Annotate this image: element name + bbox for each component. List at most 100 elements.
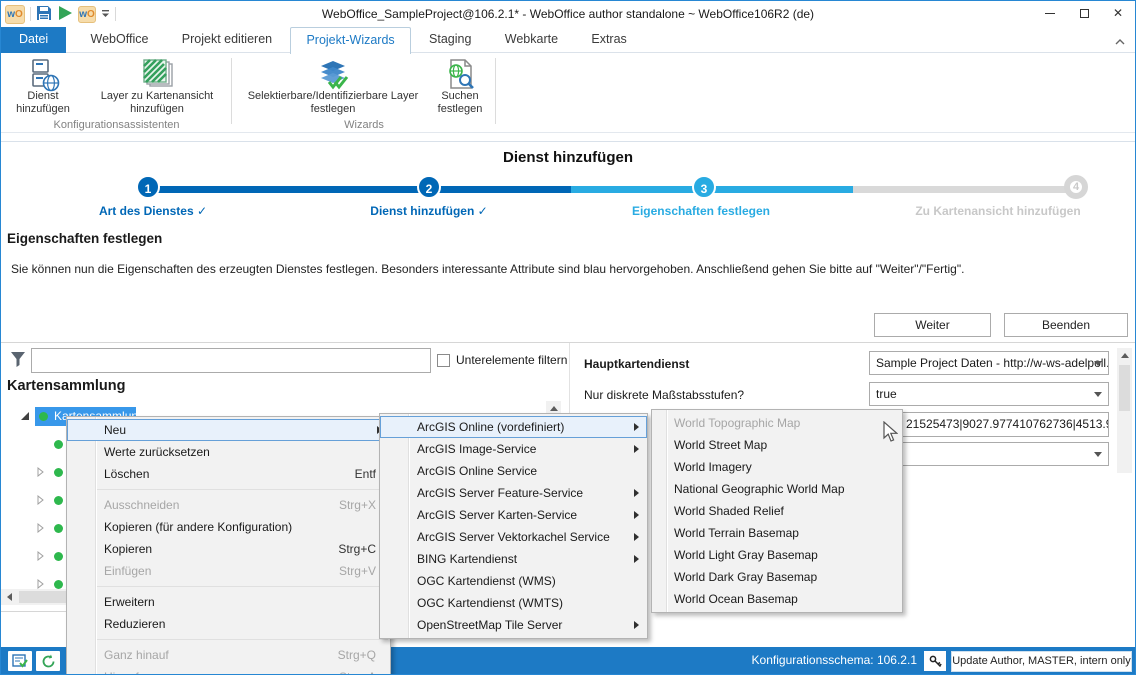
run-project-icon[interactable]: [57, 5, 73, 24]
menu-item-ganz-hinauf[interactable]: Ganz hinaufStrg+Q: [67, 644, 390, 666]
weboffice-icon[interactable]: wO: [78, 6, 96, 23]
property-label-massstabsstufen: Nur diskrete Maßstabsstufen?: [584, 388, 744, 402]
expander-closed-icon[interactable]: [37, 466, 45, 480]
menu-item-world-shaded-relief[interactable]: World Shaded Relief: [652, 500, 902, 522]
scrollbar-thumb[interactable]: [1119, 365, 1130, 411]
titlebar: wO wO WebOffice_SampleProject@106.2.1* -…: [1, 1, 1135, 27]
wizard-step-2-circle: 2: [417, 175, 441, 199]
wizard-step-2-label: Dienst hinzufügen ✓: [319, 204, 539, 218]
suchen-festlegen-button[interactable]: Suchen festlegen: [428, 56, 492, 118]
tab-datei[interactable]: Datei: [1, 27, 66, 53]
tab-webkarte[interactable]: Webkarte: [490, 27, 573, 53]
key-button[interactable]: [924, 651, 946, 671]
tab-projekt-wizards[interactable]: Projekt-Wizards: [290, 27, 410, 54]
key-icon: [929, 655, 942, 668]
maximize-button[interactable]: [1067, 1, 1101, 25]
menu-item-bing-kartendienst[interactable]: BING Kartendienst: [380, 548, 647, 570]
qat-customize-arrow-icon[interactable]: [101, 7, 110, 21]
menu-item-arcgis-online-vordefiniert[interactable]: ArcGIS Online (vordefiniert): [380, 416, 647, 438]
close-button[interactable]: ✕: [1101, 1, 1135, 25]
submenu-arrow-icon: [634, 423, 639, 431]
submenu-arrow-icon: [634, 511, 639, 519]
menu-item-world-topographic-map[interactable]: World Topographic Map: [652, 412, 902, 434]
menu-item-openstreetmap-tile-server[interactable]: OpenStreetMap Tile Server: [380, 614, 647, 636]
layer-map-add-icon: [83, 56, 231, 90]
menu-item-arcgis-server-vektorkachel-service[interactable]: ArcGIS Server Vektorkachel Service: [380, 526, 647, 548]
wizard-step-4-circle: 4: [1064, 175, 1088, 199]
save-icon[interactable]: [36, 5, 52, 24]
status-dot-icon: [54, 524, 63, 533]
menu-item-kopieren[interactable]: KopierenStrg+C: [67, 538, 390, 560]
menu-item-ausschneiden[interactable]: AusschneidenStrg+X: [67, 494, 390, 516]
section-heading: Eigenschaften festlegen: [7, 231, 162, 246]
basemap-submenu: World Topographic Map World Street Map W…: [651, 409, 903, 613]
submenu-arrow-icon: [634, 489, 639, 497]
dienst-hinzufuegen-button[interactable]: Dienst hinzufügen: [5, 56, 81, 118]
empty-combobox[interactable]: [869, 442, 1109, 466]
menu-item-world-ocean-basemap[interactable]: World Ocean Basemap: [652, 588, 902, 610]
menu-item-hinauf[interactable]: HinaufStrg+A: [67, 666, 390, 675]
hauptkartendienst-combobox[interactable]: Sample Project Daten - http://w-ws-adelp…: [869, 351, 1109, 375]
expander-closed-icon[interactable]: [37, 522, 45, 536]
menu-item-national-geographic-world-map[interactable]: National Geographic World Map: [652, 478, 902, 500]
menu-item-erweitern[interactable]: Erweitern: [67, 591, 390, 613]
menu-item-world-light-gray-basemap[interactable]: World Light Gray Basemap: [652, 544, 902, 566]
properties-vertical-scrollbar[interactable]: [1117, 348, 1132, 473]
menu-item-ogc-kartendienst-wms[interactable]: OGC Kartendienst (WMS): [380, 570, 647, 592]
layers-check-icon: [240, 56, 426, 90]
sync-button[interactable]: [36, 651, 60, 671]
submenu-arrow-icon: [634, 621, 639, 629]
tab-projekt-editieren[interactable]: Projekt editieren: [167, 27, 287, 53]
menu-item-world-dark-gray-basemap[interactable]: World Dark Gray Basemap: [652, 566, 902, 588]
status-dot-icon: [54, 496, 63, 505]
beenden-button[interactable]: Beenden: [1004, 313, 1128, 337]
menu-item-arcgis-server-karten-service[interactable]: ArcGIS Server Karten-Service: [380, 504, 647, 526]
ribbon-group-konfigurationsassistenten: Dienst hinzufügen Layer zu Kartenansicht…: [1, 54, 232, 132]
tab-staging[interactable]: Staging: [414, 27, 486, 53]
ribbon-collapse-icon[interactable]: [1115, 34, 1125, 48]
form-check-icon: [12, 654, 28, 668]
menu-item-arcgis-image-service[interactable]: ArcGIS Image-Service: [380, 438, 647, 460]
divider: [115, 7, 116, 21]
scroll-left-icon[interactable]: [2, 589, 17, 604]
sync-icon: [41, 654, 56, 669]
section-divider: [1, 342, 1135, 343]
expander-closed-icon[interactable]: [37, 550, 45, 564]
filter-input[interactable]: [31, 348, 431, 373]
menu-item-world-imagery[interactable]: World Imagery: [652, 456, 902, 478]
layer-zu-kartenansicht-button[interactable]: Layer zu Kartenansicht hinzufügen: [83, 56, 231, 118]
status-dot-icon: [39, 412, 48, 421]
subelements-filter-label: Unterelemente filtern: [456, 353, 567, 367]
menu-item-einfuegen[interactable]: EinfügenStrg+V: [67, 560, 390, 582]
weiter-button[interactable]: Weiter: [874, 313, 991, 337]
scroll-up-icon[interactable]: [1117, 348, 1132, 363]
update-author-button[interactable]: Update Author, MASTER, intern only: [951, 651, 1132, 672]
menu-item-kopieren-andere-konfiguration[interactable]: Kopieren (für andere Konfiguration): [67, 516, 390, 538]
form-check-button[interactable]: [8, 651, 32, 671]
tab-extras[interactable]: Extras: [576, 27, 641, 53]
menu-item-arcgis-server-feature-service[interactable]: ArcGIS Server Feature-Service: [380, 482, 647, 504]
minimize-button[interactable]: [1033, 1, 1067, 25]
massstabsstufen-combobox[interactable]: true: [869, 382, 1109, 406]
status-dot-icon: [54, 468, 63, 477]
menu-item-arcgis-online-service[interactable]: ArcGIS Online Service: [380, 460, 647, 482]
menu-item-loeschen[interactable]: LöschenEntf: [67, 463, 390, 485]
weboffice-logo-icon[interactable]: wO: [5, 5, 25, 24]
window-controls: ✕: [1033, 1, 1135, 25]
expander-closed-icon[interactable]: [37, 494, 45, 508]
divider: [30, 7, 31, 21]
selektierbare-layer-button[interactable]: Selektierbare/Identifizierbare Layer fes…: [240, 56, 426, 118]
menu-item-world-street-map[interactable]: World Street Map: [652, 434, 902, 456]
menu-item-world-terrain-basemap[interactable]: World Terrain Basemap: [652, 522, 902, 544]
subelements-filter-checkbox[interactable]: [437, 354, 450, 367]
menu-item-ogc-kartendienst-wmts[interactable]: OGC Kartendienst (WMTS): [380, 592, 647, 614]
extent-textfield[interactable]: 21525473|9027.977410762736|4513.988: [869, 412, 1109, 437]
expander-open-icon[interactable]: [21, 412, 29, 420]
context-menu: Neu Werte zurücksetzen LöschenEntf Aussc…: [66, 416, 391, 675]
chevron-down-icon: [1094, 392, 1102, 397]
menu-item-werte-zuruecksetzen[interactable]: Werte zurücksetzen: [67, 441, 390, 463]
wizard-step-1-circle: 1: [136, 175, 160, 199]
tab-weboffice[interactable]: WebOffice: [76, 27, 164, 53]
menu-item-reduzieren[interactable]: Reduzieren: [67, 613, 390, 635]
menu-item-neu[interactable]: Neu: [67, 419, 390, 441]
